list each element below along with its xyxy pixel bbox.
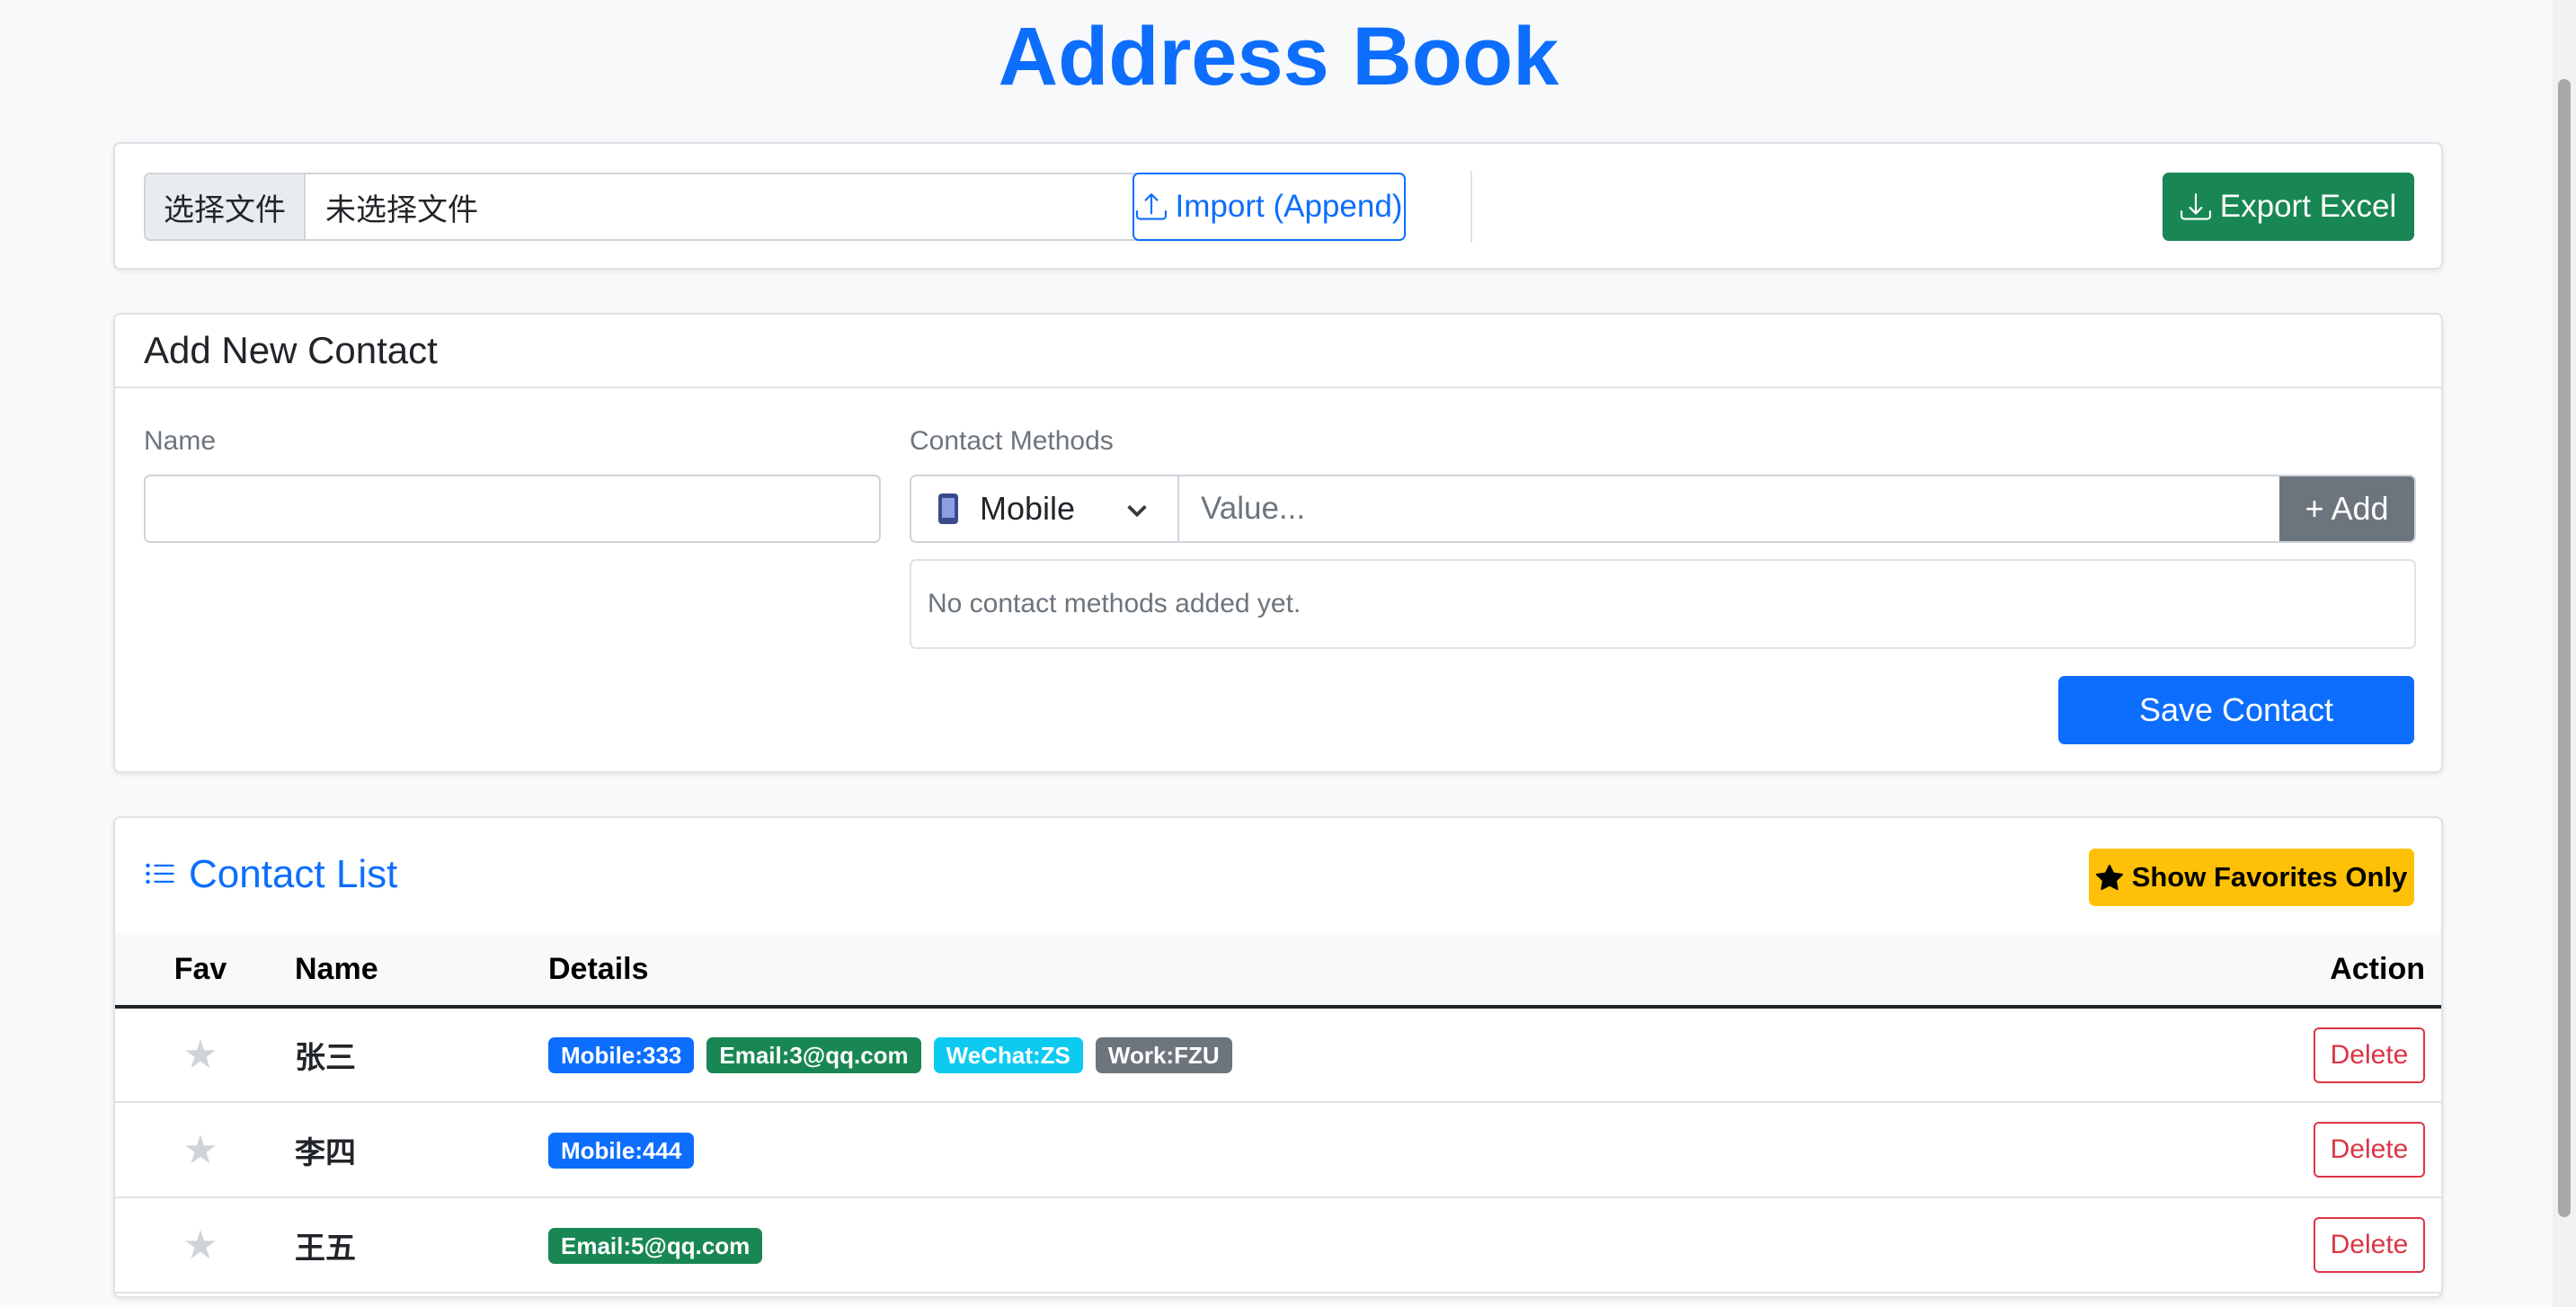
delete-button[interactable]: Delete [2314,1217,2425,1273]
contact-method-badge: WeChat:ZS [933,1037,1083,1073]
chevron-down-icon [1127,504,1147,518]
contact-method-group: Mobile Value... + Add [910,475,2416,543]
fav-cell: ★ [115,1102,286,1198]
contact-details: Email:5@qq.com [539,1197,2261,1294]
favorite-star-icon[interactable]: ★ [182,1128,218,1172]
contact-name: 王五 [286,1197,539,1294]
column-fav: Fav [115,933,286,1009]
upload-icon [1135,193,1167,220]
contact-methods-label: Contact Methods [910,426,1114,456]
contact-details: Mobile:333 Email:3@qq.com WeChat:ZS Work:FZ… [539,1007,2261,1103]
list-icon [146,863,174,885]
choose-file-button[interactable]: 选择文件 [146,174,306,239]
favorite-star-icon[interactable]: ★ [182,1223,218,1267]
export-excel-button[interactable]: Export Excel [2163,173,2414,241]
table-header-row: Fav Name Details Action [115,933,2441,1009]
contact-list-card: Contact List Show Favorites Only Fav Nam… [113,816,2443,1298]
name-label: Name [144,426,217,456]
add-contact-title: Add New Contact [115,315,2441,388]
contact-method-badge: Email:3@qq.com [706,1037,921,1073]
add-contact-card: Add New Contact Name Contact Methods Mob… [113,313,2443,773]
save-contact-button[interactable]: Save Contact [2058,676,2414,744]
contact-method-badge: Email:5@qq.com [548,1227,763,1264]
table-row: ★ 王五 Email:5@qq.com Delete [115,1197,2441,1294]
column-action: Action [2261,933,2441,1009]
show-favorites-button[interactable]: Show Favorites Only [2089,849,2414,906]
download-icon [2180,193,2211,220]
method-type-select[interactable]: Mobile [911,476,1179,541]
import-append-button[interactable]: Import (Append) [1133,173,1406,241]
contact-list-title: Contact List [144,852,397,897]
contact-method-badge: Mobile:333 [548,1037,695,1073]
delete-button[interactable]: Delete [2314,1122,2425,1178]
mobile-phone-icon [938,493,958,524]
favorite-star-icon[interactable]: ★ [182,1033,218,1077]
delete-button[interactable]: Delete [2314,1027,2425,1083]
action-cell: Delete [2261,1007,2441,1103]
scrollbar-thumb[interactable] [2558,79,2571,1217]
table-row: ★ 李四 Mobile:444 Delete [115,1102,2441,1198]
file-name-display: 未选择文件 [325,191,478,228]
contact-method-badge: Work:FZU [1095,1037,1232,1073]
table-row: ★ 张三 Mobile:333 Email:3@qq.com WeChat:ZS Work… [115,1007,2441,1103]
method-selected-value: Mobile [980,490,1076,527]
export-label: Export Excel [2219,189,2397,224]
page-scrollbar[interactable] [2553,0,2576,1307]
method-value-input[interactable]: Value... [1179,476,2279,541]
column-name: Name [286,933,539,1009]
page-title: Address Book [998,11,1559,102]
contact-list-title-text: Contact List [189,852,398,896]
contacts-table: Fav Name Details Action ★ 张三 Mobile:333 Ema… [115,933,2441,1294]
file-input[interactable]: 选择文件 未选择文件 [144,173,1233,241]
contact-name: 张三 [286,1007,539,1103]
add-method-button[interactable]: + Add [2279,476,2414,541]
divider [1470,171,1472,243]
contact-name: 李四 [286,1102,539,1198]
contact-method-badge: Mobile:444 [548,1132,695,1169]
action-cell: Delete [2261,1102,2441,1198]
methods-list-empty: No contact methods added yet. [910,559,2416,649]
name-input[interactable] [144,475,881,543]
import-export-card: 选择文件 未选择文件 Import (Append) Export Excel [113,142,2443,270]
action-cell: Delete [2261,1197,2441,1294]
star-icon [2095,864,2123,891]
show-favorites-label: Show Favorites Only [2131,861,2408,893]
fav-cell: ★ [115,1007,286,1103]
contact-details: Mobile:444 [539,1102,2261,1198]
column-details: Details [539,933,2261,1009]
import-label: Import (Append) [1175,189,1403,224]
fav-cell: ★ [115,1197,286,1294]
